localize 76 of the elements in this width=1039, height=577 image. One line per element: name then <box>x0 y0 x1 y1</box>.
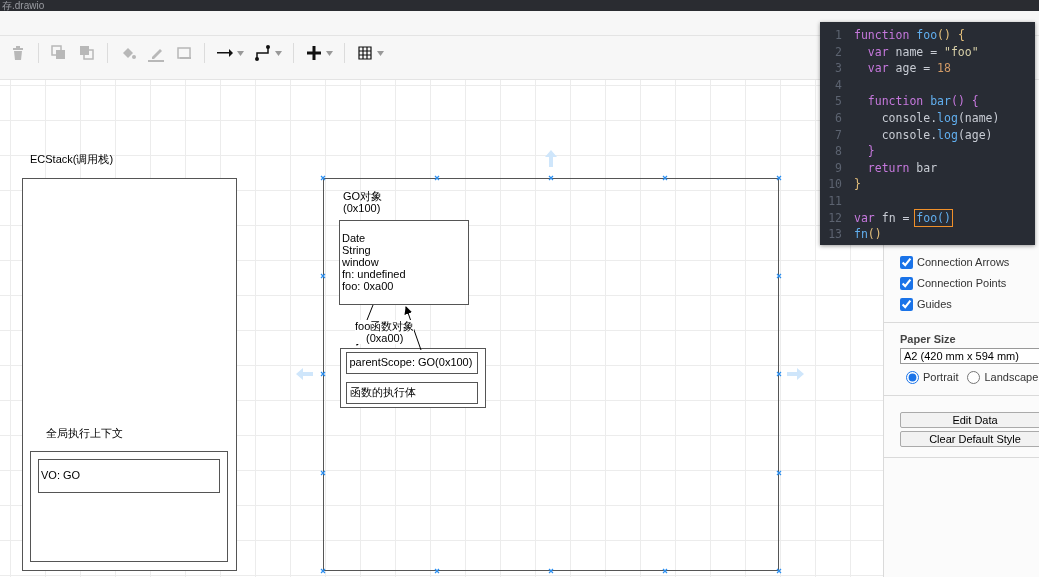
resize-handle[interactable] <box>776 568 782 574</box>
resize-handle[interactable] <box>320 470 326 476</box>
section-title: Paper Size <box>900 333 957 345</box>
resize-handle[interactable] <box>548 175 554 181</box>
resize-handle[interactable] <box>434 175 440 181</box>
resize-handle[interactable] <box>776 273 782 279</box>
code-line: function foo() { <box>854 27 965 44</box>
caret-icon <box>275 50 282 56</box>
resize-handle[interactable] <box>320 568 326 574</box>
code-line: console.log(age) <box>880 126 993 144</box>
context-label: 全局执行上下文 <box>46 427 123 439</box>
line-number: 5 <box>834 93 843 110</box>
resize-handle[interactable] <box>662 568 668 574</box>
caret-icon <box>377 50 384 56</box>
line-number: 6 <box>834 109 843 127</box>
go-frame[interactable] <box>323 178 779 571</box>
radio-label: Landscape <box>984 371 1039 383</box>
radio-label: Portrait <box>923 371 959 383</box>
code-line: var age = 18 <box>866 60 951 77</box>
resize-handle[interactable] <box>320 175 326 181</box>
line-number: 9 <box>834 159 843 177</box>
checkbox[interactable] <box>900 276 913 290</box>
resize-handle[interactable] <box>548 568 554 574</box>
waypoint-icon <box>254 44 272 62</box>
code-line: } <box>866 143 875 160</box>
resize-handle[interactable] <box>776 371 782 377</box>
go-label: GO对象 (0x100) <box>343 190 383 214</box>
resize-handle[interactable] <box>320 273 326 279</box>
checkbox-label: Connection Points <box>917 277 1007 289</box>
resize-handle[interactable] <box>776 470 782 476</box>
line-number: 4 <box>834 76 843 94</box>
caret-icon <box>237 50 244 56</box>
code-line: return bar <box>866 159 938 177</box>
checkbox[interactable] <box>900 255 913 269</box>
edge-label: foo函数对象 (0xa00) <box>355 320 415 344</box>
table-icon <box>356 44 374 62</box>
window-title: 存.drawio <box>1 0 46 11</box>
to-back-icon <box>78 44 96 62</box>
code-line: var name = "foo" <box>866 43 979 61</box>
paper-size-select[interactable]: A2 (420 mm x 594 mm) <box>900 348 1039 364</box>
radio-button[interactable] <box>906 370 919 384</box>
line-number: 8 <box>834 143 843 160</box>
code-line: } <box>854 176 861 193</box>
resize-handle[interactable] <box>776 175 782 181</box>
shadow-icon <box>175 44 193 62</box>
line-number: 3 <box>834 60 843 77</box>
field-box[interactable]: parentScope: GO(0x100) <box>345 351 478 374</box>
checkbox[interactable] <box>900 297 913 311</box>
resize-handle[interactable] <box>434 568 440 574</box>
to-front-icon <box>50 44 68 62</box>
checkbox-label: Connection Arrows <box>917 256 1010 268</box>
vo-box[interactable]: VO: GO <box>38 459 220 493</box>
function-object-box[interactable]: parentScope: GO(0x100) 函数的执行体 <box>340 348 486 408</box>
code-line: fn() <box>854 226 882 243</box>
code-line: console.log(name) <box>880 109 1000 127</box>
resize-handle[interactable] <box>662 175 668 181</box>
stack-label: ECStack(调用栈) <box>30 153 114 165</box>
line-number: 2 <box>834 43 843 61</box>
selected-code[interactable]: foo() <box>916 210 951 225</box>
panel-button[interactable]: Clear Default Style <box>900 431 1039 447</box>
code-line: var fn = foo() <box>854 209 951 227</box>
caret-icon <box>326 50 333 56</box>
panel-button[interactable]: Edit Data <box>900 412 1039 428</box>
go-object-box[interactable]: Date String window fn: undefined foo: 0xa00 <box>339 220 469 305</box>
line-number: 10 <box>827 176 843 193</box>
checkbox-label: Guides <box>917 298 952 310</box>
line-number: 7 <box>834 126 843 144</box>
line-number: 13 <box>827 226 843 243</box>
line-number: 12 <box>827 209 843 227</box>
field-box[interactable]: 函数的执行体 <box>345 381 478 404</box>
plus-icon <box>305 44 323 62</box>
code-line: function bar() { <box>866 93 979 110</box>
line-number: 11 <box>827 192 843 210</box>
resize-handle[interactable] <box>320 371 326 377</box>
line-number: 1 <box>834 27 843 44</box>
radio-button[interactable] <box>967 370 981 384</box>
